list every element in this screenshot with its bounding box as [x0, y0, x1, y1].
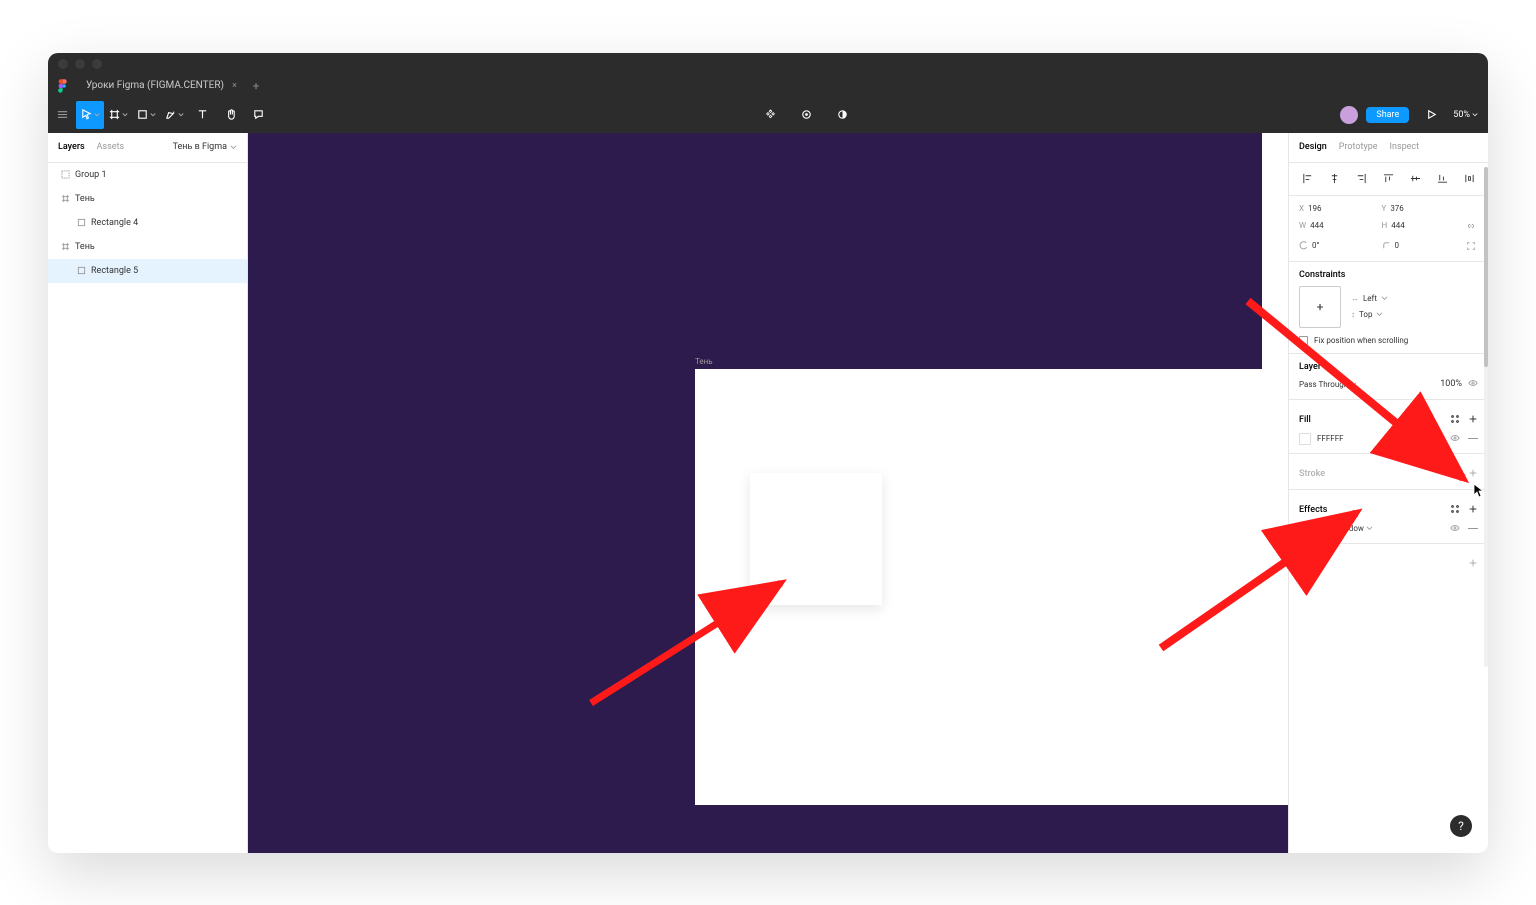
add-export-icon[interactable] [1468, 558, 1478, 571]
constraints-title: Constraints [1299, 270, 1478, 280]
w-input[interactable]: W444 [1299, 221, 1378, 230]
file-tab[interactable]: Уроки Figma (FIGMA.CENTER) × [76, 75, 242, 97]
layer-rect4[interactable]: Rectangle 4 [48, 211, 247, 235]
effect-visibility-icon[interactable] [1450, 523, 1460, 535]
close-tab-icon[interactable]: × [232, 81, 237, 91]
remove-effect-icon[interactable] [1468, 528, 1478, 529]
constraint-h-select[interactable]: ↔Left [1351, 294, 1388, 303]
effect-settings-icon[interactable] [1299, 523, 1311, 535]
layer-frame-ten1[interactable]: Тень [48, 187, 247, 211]
layer-frame-ten2[interactable]: Тень [48, 235, 247, 259]
h-input[interactable]: H444 [1382, 221, 1461, 230]
layers-panel: Layers Assets Тень в Figma Group 1 Тень … [48, 133, 248, 853]
constraint-widget[interactable]: + [1299, 286, 1341, 328]
prototype-tab[interactable]: Prototype [1339, 142, 1378, 152]
x-input[interactable]: X196 [1299, 204, 1378, 213]
effects-section-title: Effects [1299, 505, 1327, 515]
stroke-section-title: Stroke [1299, 469, 1325, 479]
fill-swatch[interactable] [1299, 433, 1311, 445]
fill-hex[interactable]: FFFFFF [1317, 434, 1344, 443]
new-tab-button[interactable]: + [242, 79, 270, 93]
frame-icon [60, 242, 70, 252]
layers-tab[interactable]: Layers [58, 142, 85, 152]
canvas[interactable]: Тень [248, 133, 1288, 853]
design-tab[interactable]: Design [1299, 142, 1327, 152]
independent-corners-icon[interactable] [1464, 239, 1478, 253]
align-bottom-icon[interactable] [1435, 171, 1451, 187]
mask-icon[interactable] [792, 101, 820, 129]
rectangle-icon [76, 266, 86, 276]
add-stroke-icon[interactable] [1468, 468, 1478, 481]
layer-rect5[interactable]: Rectangle 5 [48, 259, 247, 283]
present-button[interactable] [1417, 101, 1445, 129]
toolbar: Share 50% [48, 97, 1488, 133]
frame-label[interactable]: Тень [695, 357, 713, 366]
remove-fill-icon[interactable] [1468, 438, 1478, 439]
zoom-level[interactable]: 50% [1453, 110, 1478, 120]
frame-icon [60, 194, 70, 204]
export-section-title: Export [1299, 559, 1325, 569]
design-panel: Design Prototype Inspect X196 [1288, 133, 1488, 853]
layer-group1[interactable]: Group 1 [48, 163, 247, 187]
rectangle-icon [76, 218, 86, 228]
comment-tool[interactable] [244, 101, 272, 129]
frame-tool[interactable] [104, 101, 132, 129]
group-icon [60, 170, 70, 180]
window-titlebar [48, 53, 1488, 75]
mouse-cursor [1473, 483, 1485, 499]
layer-section-title: Layer [1299, 362, 1478, 372]
share-button[interactable]: Share [1366, 107, 1409, 123]
effects-styles-icon[interactable] [1450, 504, 1460, 517]
fix-position-checkbox[interactable]: Fix position when scrolling [1299, 336, 1478, 345]
constrain-proportions-icon[interactable] [1464, 219, 1478, 233]
panel-scrollbar-thumb[interactable] [1484, 167, 1488, 367]
pen-tool[interactable] [160, 101, 188, 129]
effect-type-select[interactable]: Drop shadow [1317, 524, 1373, 533]
page-selector[interactable]: Тень в Figma [173, 142, 237, 152]
add-effect-icon[interactable] [1468, 504, 1478, 517]
corner-radius-input[interactable]: 0 [1382, 241, 1461, 250]
figma-logo-icon[interactable] [48, 79, 76, 93]
align-vcenter-icon[interactable] [1408, 171, 1424, 187]
y-input[interactable]: Y376 [1382, 204, 1461, 213]
file-tab-title: Уроки Figma (FIGMA.CENTER) [86, 80, 224, 91]
fill-opacity[interactable]: 100% [1423, 434, 1442, 443]
fill-section-title: Fill [1299, 415, 1311, 425]
fill-styles-icon[interactable] [1450, 414, 1460, 427]
opacity-input[interactable]: 100% [1440, 379, 1462, 389]
rectangle-5-on-canvas[interactable] [750, 473, 882, 605]
help-button[interactable]: ? [1450, 815, 1472, 837]
inspect-tab[interactable]: Inspect [1390, 142, 1420, 152]
boolean-icon[interactable] [828, 101, 856, 129]
hand-tool[interactable] [216, 101, 244, 129]
traffic-light-zoom[interactable] [92, 59, 102, 69]
move-tool[interactable] [76, 101, 104, 129]
traffic-light-close[interactable] [58, 59, 68, 69]
fill-visibility-icon[interactable] [1450, 433, 1460, 445]
distribute-icon[interactable] [1462, 171, 1478, 187]
rotation-input[interactable]: 0° [1299, 241, 1378, 250]
align-hcenter-icon[interactable] [1326, 171, 1342, 187]
menu-button[interactable] [48, 101, 76, 129]
user-avatar[interactable] [1340, 106, 1358, 124]
shape-tool[interactable] [132, 101, 160, 129]
text-tool[interactable] [188, 101, 216, 129]
align-top-icon[interactable] [1380, 171, 1396, 187]
blend-mode-select[interactable]: Pass Through [1299, 380, 1357, 389]
assets-tab[interactable]: Assets [97, 142, 125, 152]
tab-bar: Уроки Figma (FIGMA.CENTER) × + [48, 75, 1488, 97]
visibility-icon[interactable] [1468, 378, 1478, 391]
align-right-icon[interactable] [1353, 171, 1369, 187]
component-icon[interactable] [756, 101, 784, 129]
add-fill-icon[interactable] [1468, 414, 1478, 427]
constraint-v-select[interactable]: ↕Top [1351, 310, 1388, 319]
align-left-icon[interactable] [1299, 171, 1315, 187]
traffic-light-minimize[interactable] [75, 59, 85, 69]
